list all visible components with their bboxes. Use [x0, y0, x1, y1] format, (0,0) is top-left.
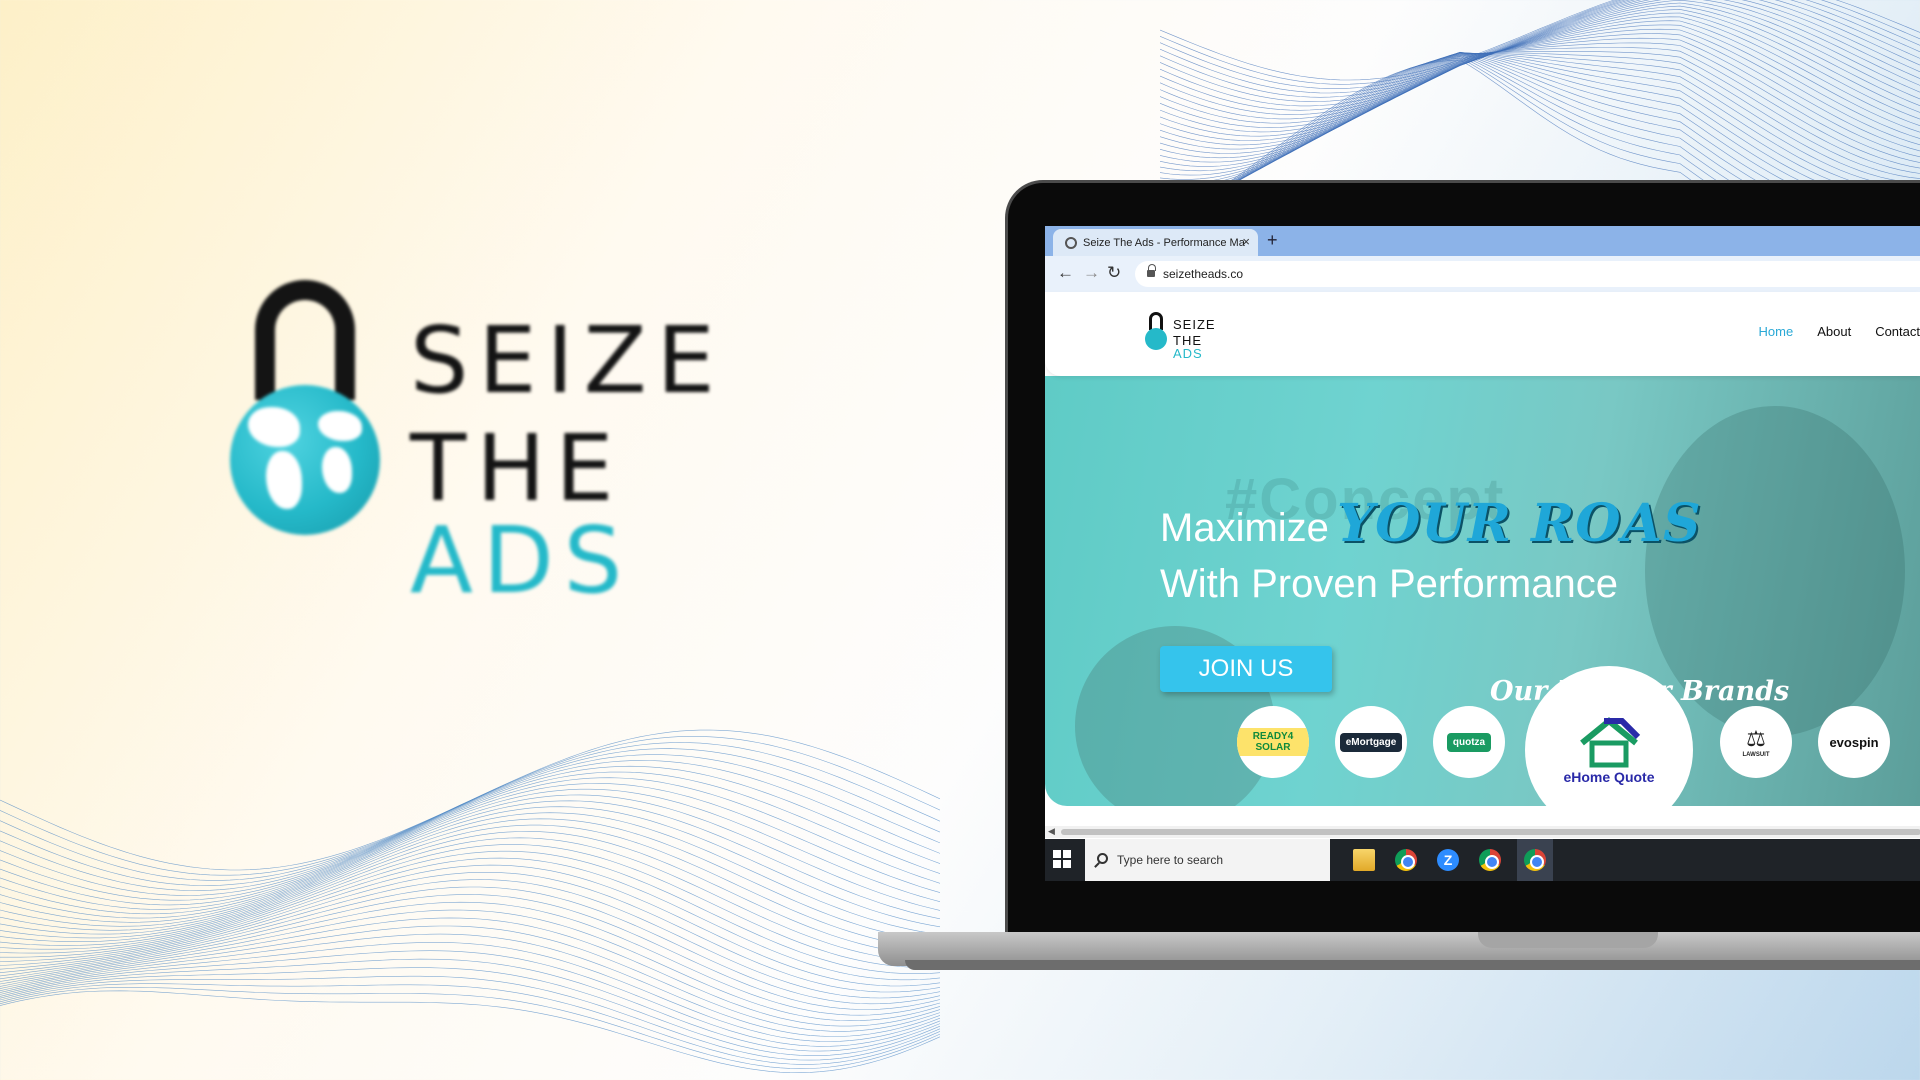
site-nav: Home About Contact	[1759, 324, 1920, 339]
brand-line1: SEIZE	[410, 307, 725, 414]
globe-favicon-icon	[1065, 237, 1077, 249]
url-text: seizetheads.co	[1163, 267, 1244, 281]
partner-logo[interactable]: ⚖ LAWSUIT	[1720, 706, 1792, 778]
file-explorer-icon[interactable]	[1353, 849, 1375, 871]
hero-title-accent: YOUR ROAS	[1337, 493, 1702, 554]
scroll-left-icon[interactable]: ◀	[1048, 826, 1055, 837]
browser-window: Seize The Ads - Performance Ma × + ← → ↻…	[1045, 226, 1920, 881]
taskbar-search-input[interactable]: Type here to search	[1085, 839, 1330, 881]
partner-logo[interactable]: eMortgage	[1335, 706, 1407, 778]
nav-home[interactable]: Home	[1759, 324, 1794, 339]
taskbar: Type here to search Z	[1045, 839, 1920, 881]
back-arrow-icon[interactable]: ←	[1057, 263, 1074, 283]
hero-subtitle: With Proven Performance	[1160, 562, 1618, 606]
partner-logo[interactable]: quotza	[1433, 706, 1505, 778]
scales-icon: ⚖	[1746, 726, 1766, 751]
tab-title: Seize The Ads - Performance Ma	[1083, 236, 1245, 249]
partner-logo[interactable]: evospin	[1818, 706, 1890, 778]
chrome-active-icon[interactable]	[1524, 849, 1546, 871]
address-bar: ← → ↻ seizetheads.co	[1045, 256, 1920, 292]
close-icon[interactable]: ×	[1242, 234, 1250, 249]
globe-icon	[1145, 328, 1167, 350]
lock-icon	[1147, 264, 1156, 278]
nav-about[interactable]: About	[1817, 324, 1851, 339]
chrome-profile-icon[interactable]	[1479, 849, 1501, 871]
brand-accent: ADS	[410, 507, 633, 614]
padlock-shackle-icon	[255, 280, 355, 400]
chrome-icon[interactable]	[1395, 849, 1417, 871]
windows-start-icon[interactable]	[1053, 850, 1071, 868]
laptop-notch	[1478, 932, 1658, 948]
house-icon	[1580, 717, 1641, 768]
partner-logo[interactable]: READY4 SOLAR	[1237, 706, 1309, 778]
tab-bar: Seize The Ads - Performance Ma × +	[1045, 226, 1920, 256]
horizontal-scrollbar[interactable]: ◀	[1045, 826, 1920, 838]
forward-arrow-icon[interactable]: →	[1083, 263, 1100, 283]
laptop-base-shadow	[905, 960, 1920, 970]
hero-section: #Concept Maximize YOUR ROAS With Proven …	[1045, 376, 1920, 806]
zoom-icon[interactable]: Z	[1437, 849, 1459, 871]
brand-line2: THE ADS	[410, 415, 633, 614]
hero-title-prefix: Maximize	[1160, 506, 1329, 550]
site-logo[interactable]: SEIZE THE ADS	[1145, 308, 1235, 360]
search-icon	[1097, 853, 1108, 864]
globe-icon	[230, 385, 380, 535]
browser-tab[interactable]: Seize The Ads - Performance Ma ×	[1053, 229, 1258, 256]
brand-logo: SEIZE THE ADS	[225, 275, 845, 607]
wave-mesh-bottom	[0, 729, 940, 1074]
reload-icon[interactable]: ↻	[1107, 263, 1121, 283]
new-tab-button[interactable]: +	[1267, 230, 1278, 251]
scrollbar-thumb[interactable]	[1061, 829, 1920, 835]
site-header: SEIZE THE ADS Home About Contact	[1045, 292, 1920, 376]
site-logo-line2: THE ADS	[1173, 333, 1203, 361]
taskbar-search-placeholder: Type here to search	[1117, 853, 1224, 867]
site-logo-line1: SEIZE	[1173, 317, 1216, 332]
nav-contact[interactable]: Contact	[1875, 324, 1920, 339]
url-input[interactable]: seizetheads.co	[1135, 261, 1920, 287]
join-us-button[interactable]: JOIN US	[1160, 646, 1332, 692]
